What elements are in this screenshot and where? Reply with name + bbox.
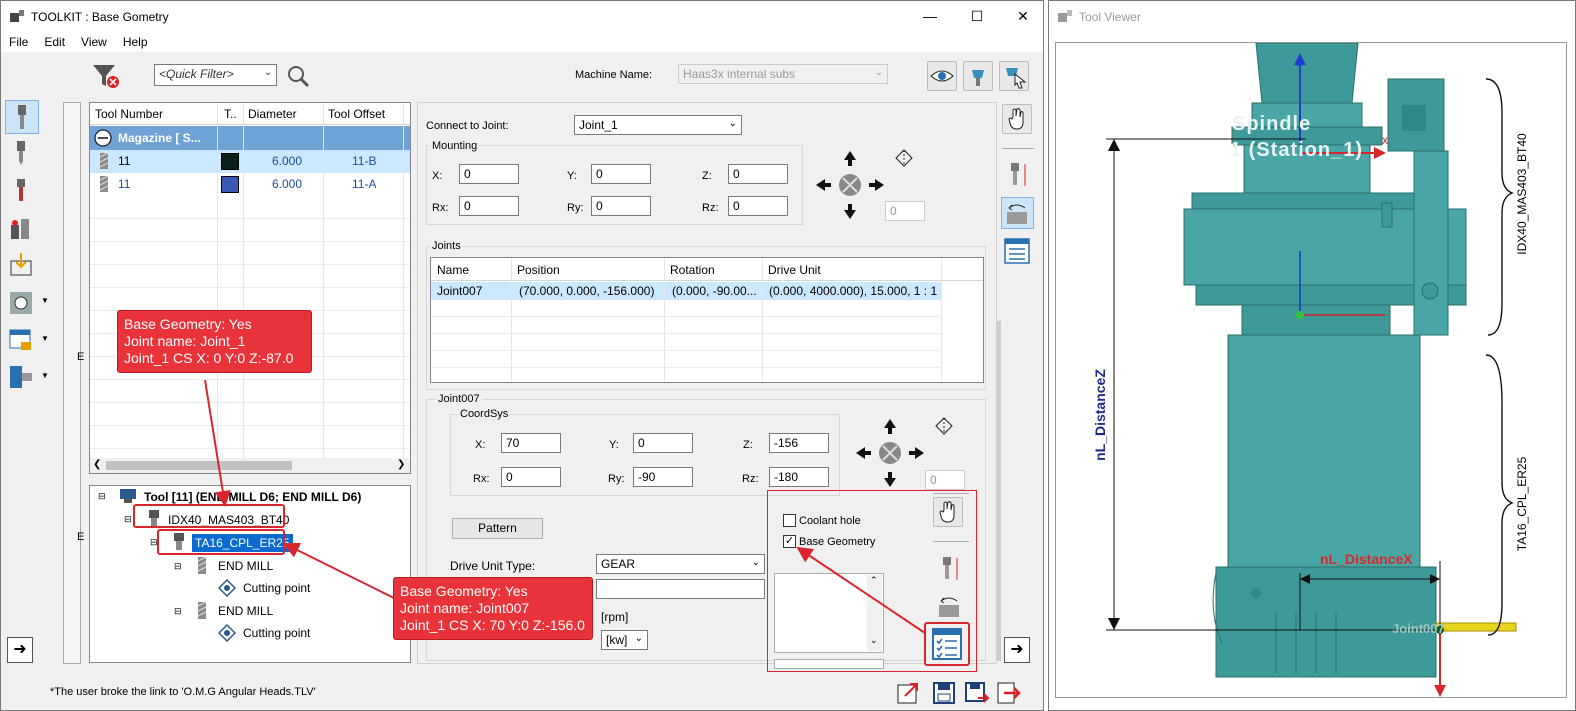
viewer-title: Tool Viewer xyxy=(1079,10,1141,24)
viewer-canvas[interactable]: Spindle 1 (Station_1) z x nL_DistanceZ n… xyxy=(1055,42,1567,698)
holder-upper-label: IDX40_MAS403_BT40 xyxy=(1515,133,1529,255)
app-icon xyxy=(1058,10,1072,22)
dim-z-label: nL_DistanceZ xyxy=(1092,369,1108,461)
holder-lower-label: TA16_CPL_ER25 xyxy=(1515,456,1529,552)
tool-viewer-window: Tool Viewer Spindle 1 (Station_1) z x nL… xyxy=(1048,0,1576,711)
spindle-label: Spindle xyxy=(1232,113,1312,135)
spindle-station-label: 1 (Station_1) xyxy=(1230,139,1364,161)
callout-joint-1: Base Geometry: Yes Joint name: Joint_1 J… xyxy=(117,310,312,373)
viewer-titlebar: Tool Viewer xyxy=(1049,1,1575,32)
axis-z-label: z xyxy=(1296,55,1302,69)
dim-x-label: nL_DistanceX xyxy=(1320,551,1413,567)
joint-label: Joint007 xyxy=(1392,621,1445,636)
axis-x-label: x xyxy=(1382,133,1388,147)
callout-joint007: Base Geometry: Yes Joint name: Joint007 … xyxy=(393,577,593,640)
